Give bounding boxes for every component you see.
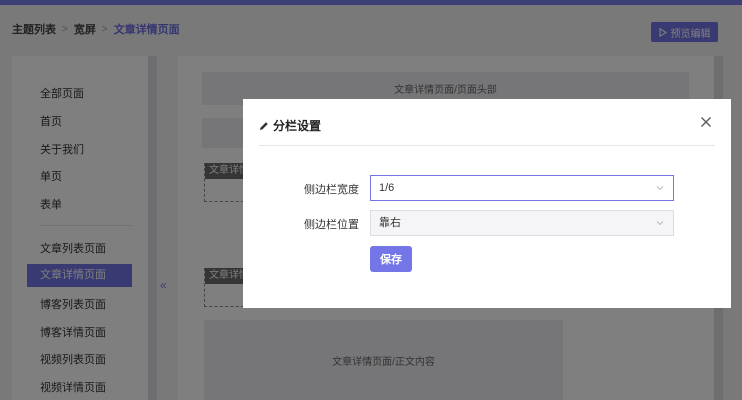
pencil-icon (260, 121, 268, 130)
sidebar-position-label: 侧边栏位置 (304, 219, 359, 231)
column-settings-dialog: 分栏设置 侧边栏宽度 1/6 侧边栏位置 靠右 保存 (243, 99, 731, 308)
chevron-down-icon (656, 221, 664, 226)
chevron-down-icon (656, 186, 664, 191)
sidebar-position-value: 靠右 (379, 217, 401, 229)
sidebar-width-select[interactable]: 1/6 (370, 175, 674, 201)
save-button[interactable]: 保存 (370, 246, 412, 272)
dialog-title: 分栏设置 (259, 117, 321, 134)
sidebar-position-select[interactable]: 靠右 (370, 210, 674, 236)
close-icon[interactable] (700, 116, 712, 128)
sidebar-width-value: 1/6 (379, 182, 395, 194)
sidebar-width-label: 侧边栏宽度 (304, 184, 359, 196)
dialog-divider (259, 145, 715, 146)
dialog-title-text: 分栏设置 (273, 119, 322, 133)
